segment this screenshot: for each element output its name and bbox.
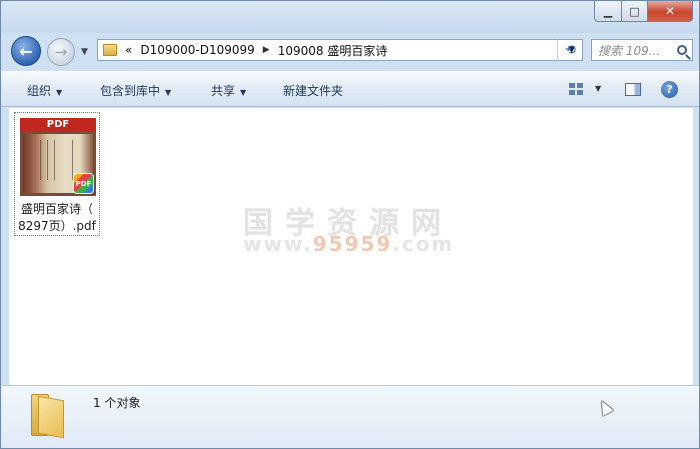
file-name: 盛明百家诗（ 8297页）.pdf — [15, 201, 99, 235]
back-button[interactable]: ← — [11, 36, 41, 66]
forward-button[interactable]: → — [47, 38, 75, 66]
explorer-window: ▁ □ ✕ ← → ▼ « D109000-D109099 ▶ 109008 盛… — [0, 0, 700, 449]
watermark-url-suffix: .com — [392, 232, 455, 256]
file-name-line-2: 8297页）.pdf — [18, 219, 96, 233]
pdf-app-icon: PDF — [74, 174, 93, 193]
folder-icon — [103, 44, 117, 56]
address-bar[interactable]: « D109000-D109099 ▶ 109008 盛明百家诗 ▼ — [97, 39, 583, 61]
close-button[interactable]: ✕ — [648, 1, 693, 22]
maximize-button[interactable]: □ — [622, 1, 648, 22]
refresh-icon[interactable]: ⟲ — [557, 39, 583, 61]
watermark-url-highlight: 95959 — [312, 232, 393, 256]
include-in-library-button[interactable]: 包含到库中 ▼ — [100, 82, 171, 99]
chevron-down-icon: ▼ — [165, 88, 172, 97]
help-icon[interactable]: ? — [661, 81, 678, 98]
watermark-url: www.95959.com — [243, 232, 454, 256]
file-name-line-1: 盛明百家诗（ — [20, 202, 93, 216]
file-item[interactable]: PDF PDF 盛明百家诗（ 8297页）.pdf — [14, 112, 100, 236]
window-controls: ▁ □ ✕ — [594, 1, 693, 22]
view-options-dropdown-icon[interactable]: ▼ — [595, 84, 601, 93]
share-button[interactable]: 共享 ▼ — [211, 82, 246, 99]
preview-pane-icon[interactable] — [625, 83, 641, 96]
chevron-down-icon: ▼ — [240, 88, 247, 97]
organize-label: 组织 — [27, 84, 52, 98]
navigation-bar: ← → ▼ « D109000-D109099 ▶ 109008 盛明百家诗 ▼… — [1, 33, 699, 69]
breadcrumb-segment[interactable]: D109000-D109099 — [140, 43, 254, 57]
change-view-icon[interactable] — [569, 83, 583, 95]
folder-icon — [29, 392, 65, 439]
file-list-area[interactable]: PDF PDF 盛明百家诗（ 8297页）.pdf 国学资源网 www.9595… — [9, 108, 693, 385]
chevron-down-icon: ▼ — [56, 88, 63, 97]
breadcrumb-segment-current[interactable]: 109008 盛明百家诗 — [278, 42, 388, 59]
details-pane: 1 个对象 — [1, 385, 699, 448]
search-icon[interactable] — [677, 45, 687, 55]
title-bar: ▁ □ ✕ — [1, 1, 699, 33]
address-overflow[interactable]: « — [125, 43, 132, 57]
search-box[interactable]: 搜索 109... — [591, 39, 693, 61]
share-label: 共享 — [211, 84, 236, 98]
command-bar: 组织 ▼ 包含到库中 ▼ 共享 ▼ 新建文件夹 ▼ ? — [1, 71, 699, 107]
include-in-library-label: 包含到库中 — [100, 84, 161, 98]
new-folder-label: 新建文件夹 — [283, 84, 344, 98]
thumbnail-label: PDF — [20, 118, 96, 131]
new-folder-button[interactable]: 新建文件夹 — [283, 82, 343, 99]
search-input[interactable]: 搜索 109... — [598, 42, 670, 59]
watermark-url-prefix: www. — [243, 232, 313, 256]
recent-pages-dropdown-icon[interactable]: ▼ — [81, 47, 88, 57]
minimize-button[interactable]: ▁ — [594, 1, 622, 22]
breadcrumb-separator-icon[interactable]: ▶ — [263, 45, 270, 55]
item-count: 1 个对象 — [93, 396, 141, 410]
organize-button[interactable]: 组织 ▼ — [27, 82, 62, 99]
